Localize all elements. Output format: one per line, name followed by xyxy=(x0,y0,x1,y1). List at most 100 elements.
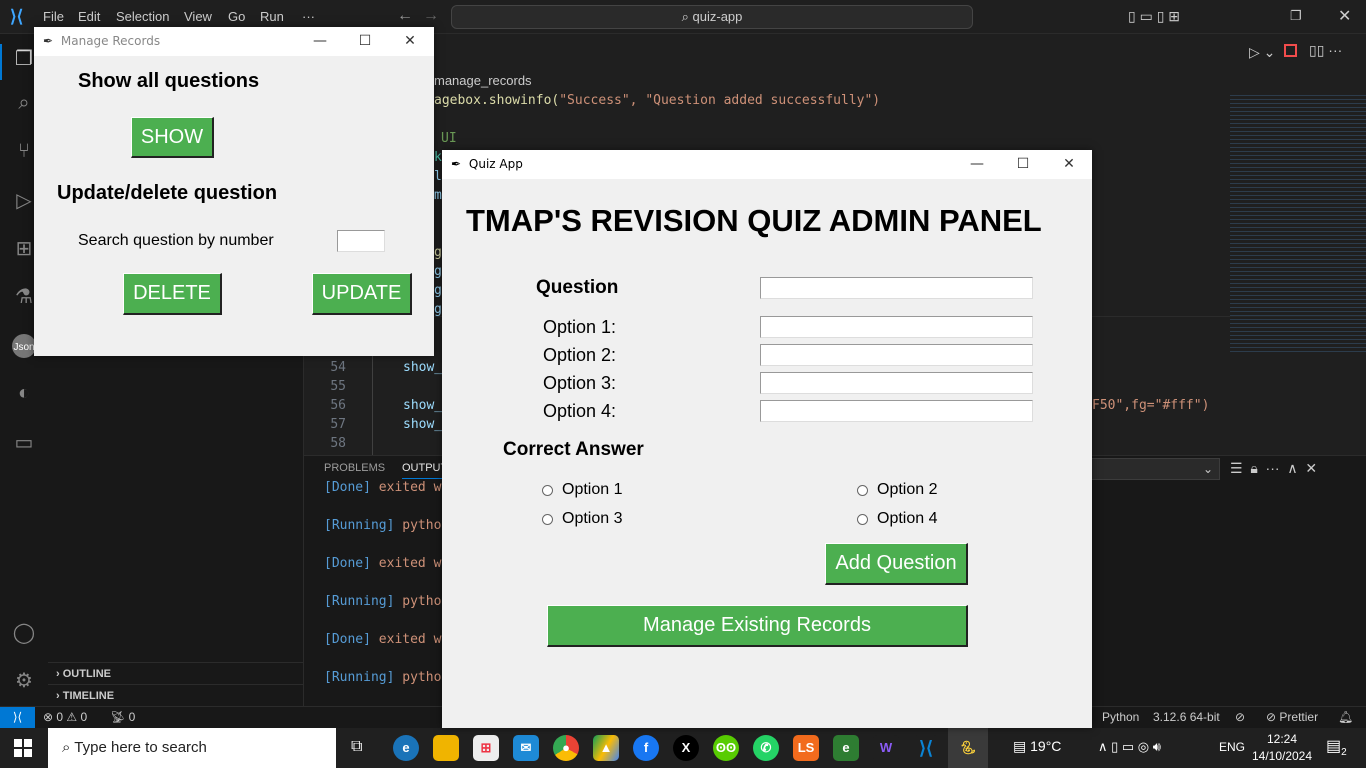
output-line: [Running] pytho xyxy=(324,670,441,685)
python-interpreter[interactable]: 3.12.6 64-bit xyxy=(1153,710,1220,724)
radio-label: Option 2 xyxy=(877,481,938,498)
close-window-button[interactable]: ✕ xyxy=(1338,6,1351,26)
feather-icon: ✒ xyxy=(43,34,54,48)
option-2-input[interactable] xyxy=(760,344,1033,366)
code-fragment: k xyxy=(434,150,442,165)
layout-toggle-icons[interactable]: ▯ ▭ ▯ ⊞ xyxy=(1128,8,1180,25)
timeline-section[interactable]: › TIMELINE xyxy=(48,684,304,706)
maximize-button[interactable]: ☐ xyxy=(342,27,388,56)
close-button[interactable]: ✕ xyxy=(1046,150,1092,179)
radio-option-4[interactable]: Option 4 xyxy=(857,510,937,528)
menu-file[interactable]: File xyxy=(43,9,64,24)
minimize-button[interactable]: — xyxy=(297,27,343,56)
tab-output[interactable]: OUTPUT xyxy=(402,462,448,479)
x-icon[interactable]: X xyxy=(673,735,699,761)
show-heading: Show all questions xyxy=(78,70,260,92)
radio-option-1[interactable]: Option 1 xyxy=(542,481,622,499)
file-explorer-icon[interactable] xyxy=(433,735,459,761)
close-button[interactable]: ✕ xyxy=(387,27,433,56)
store-icon[interactable]: ⊞ xyxy=(473,735,499,761)
back-arrow-icon[interactable]: ← xyxy=(397,7,413,25)
manage-records-titlebar[interactable]: ✒ Manage Records — ☐ ✕ xyxy=(34,27,434,56)
task-view-icon[interactable]: ⧉ xyxy=(351,738,362,756)
google-drive-icon[interactable]: ▲ xyxy=(593,735,619,761)
weather-widget[interactable]: ▤ 19°C xyxy=(1013,738,1061,755)
json-icon[interactable]: Json xyxy=(12,334,36,358)
problems-status[interactable]: ⊗ 0 ⚠ 0 xyxy=(43,710,87,724)
run-file-icon[interactable]: ▷ ⌄ xyxy=(1249,44,1275,61)
command-center[interactable]: ⌕ quiz-app xyxy=(451,5,973,29)
code-line: show_ xyxy=(403,417,443,432)
account-icon[interactable]: ◯ xyxy=(10,620,38,648)
restore-window-button[interactable]: ❐ xyxy=(1290,8,1302,24)
ls-app-icon[interactable]: LS xyxy=(793,735,819,761)
code-fragment: g xyxy=(434,283,442,298)
chat-icon[interactable]: ▭ xyxy=(10,430,38,458)
forward-arrow-icon[interactable]: → xyxy=(423,7,439,25)
outline-section[interactable]: › OUTLINE xyxy=(48,662,304,684)
quiz-app-titlebar[interactable]: ✒ Quiz App — ☐ ✕ xyxy=(442,150,1092,179)
clock[interactable]: 12:24 14/10/2024 xyxy=(1250,731,1314,765)
menu-run[interactable]: Run xyxy=(260,9,284,24)
duolingo-icon[interactable]: ʘʘ xyxy=(713,735,739,761)
show-button[interactable]: SHOW xyxy=(131,117,214,158)
code-comment: UI xyxy=(441,131,457,146)
mail-icon[interactable]: ✉ xyxy=(513,735,539,761)
notification-center-icon[interactable]: ▤2 xyxy=(1326,736,1347,758)
manage-records-button[interactable]: Manage Existing Records xyxy=(547,605,968,647)
add-question-button[interactable]: Add Question xyxy=(825,543,968,585)
w-app-icon[interactable]: W xyxy=(873,735,899,761)
menu-edit[interactable]: Edit xyxy=(78,9,100,24)
split-editor-icon[interactable]: ▯▯ ··· xyxy=(1309,42,1342,59)
output-channel-select[interactable]: ⌄ xyxy=(1086,458,1220,480)
question-number-input[interactable] xyxy=(337,230,385,252)
notifications-bell-icon[interactable]: 🔔︎ xyxy=(1338,710,1353,724)
output-line: [Done] exited w xyxy=(324,556,441,571)
language-mode[interactable]: Python xyxy=(1102,710,1139,724)
minimize-button[interactable]: — xyxy=(954,150,1000,179)
idm-icon[interactable]: e xyxy=(833,735,859,761)
ports-status[interactable]: 📡︎ 0 xyxy=(110,710,135,724)
delete-button[interactable]: DELETE xyxy=(123,273,222,315)
remote-explorer-icon[interactable]: ◐ xyxy=(10,382,38,410)
question-input[interactable] xyxy=(760,277,1033,299)
search-icon: ⌕ xyxy=(62,739,75,756)
minimap[interactable] xyxy=(1230,92,1366,352)
settings-gear-icon[interactable]: ⚙ xyxy=(10,668,38,696)
option-4-input[interactable] xyxy=(760,400,1033,422)
menu-more[interactable]: ··· xyxy=(302,9,315,24)
weather-temp: 19°C xyxy=(1030,738,1062,754)
line-number: 54 xyxy=(330,360,346,375)
option-1-input[interactable] xyxy=(760,316,1033,338)
copilot-icon[interactable]: ⊘ xyxy=(1235,710,1245,724)
taskbar-search[interactable]: ⌕ Type here to search xyxy=(48,728,336,768)
admin-panel-heading: TMAP'S REVISION QUIZ ADMIN PANEL xyxy=(466,203,1042,238)
radio-circle xyxy=(542,484,553,496)
panel-actions[interactable]: ☰ 🔒︎ ··· ∧ ✕ xyxy=(1230,460,1317,477)
python-tk-taskbar-icon[interactable]: 🐍︎ xyxy=(948,728,988,768)
remote-button[interactable]: ⟩⟨ xyxy=(0,707,35,728)
facebook-icon[interactable]: f xyxy=(633,735,659,761)
maximize-button[interactable]: ☐ xyxy=(1000,150,1046,179)
line-number: 56 xyxy=(330,398,346,413)
menu-selection[interactable]: Selection xyxy=(116,9,169,24)
update-button[interactable]: UPDATE xyxy=(312,273,412,315)
language-indicator[interactable]: ENG xyxy=(1219,740,1245,754)
error-count: 0 xyxy=(56,710,64,724)
vscode-taskbar-icon[interactable]: ⟩⟨ xyxy=(913,735,939,761)
option-3-input[interactable] xyxy=(760,372,1033,394)
radio-option-2[interactable]: Option 2 xyxy=(857,481,937,499)
chrome-icon[interactable]: ● xyxy=(553,735,579,761)
prettier-status[interactable]: ⊘ Prettier xyxy=(1266,710,1318,724)
radio-option-3[interactable]: Option 3 xyxy=(542,510,622,528)
stop-icon[interactable] xyxy=(1284,44,1297,57)
edge-icon[interactable]: e xyxy=(393,735,419,761)
menu-go[interactable]: Go xyxy=(228,9,245,24)
whatsapp-icon[interactable]: ✆ xyxy=(753,735,779,761)
tab-problems[interactable]: PROBLEMS xyxy=(324,462,385,474)
output-text: pytho xyxy=(402,518,442,533)
breadcrumb[interactable]: manage_records xyxy=(434,73,532,88)
menu-view[interactable]: View xyxy=(184,9,212,24)
tray-icons[interactable]: ∧ ▯ ▭ ◎ 🔊︎ xyxy=(1098,739,1161,755)
start-button[interactable] xyxy=(14,739,32,757)
